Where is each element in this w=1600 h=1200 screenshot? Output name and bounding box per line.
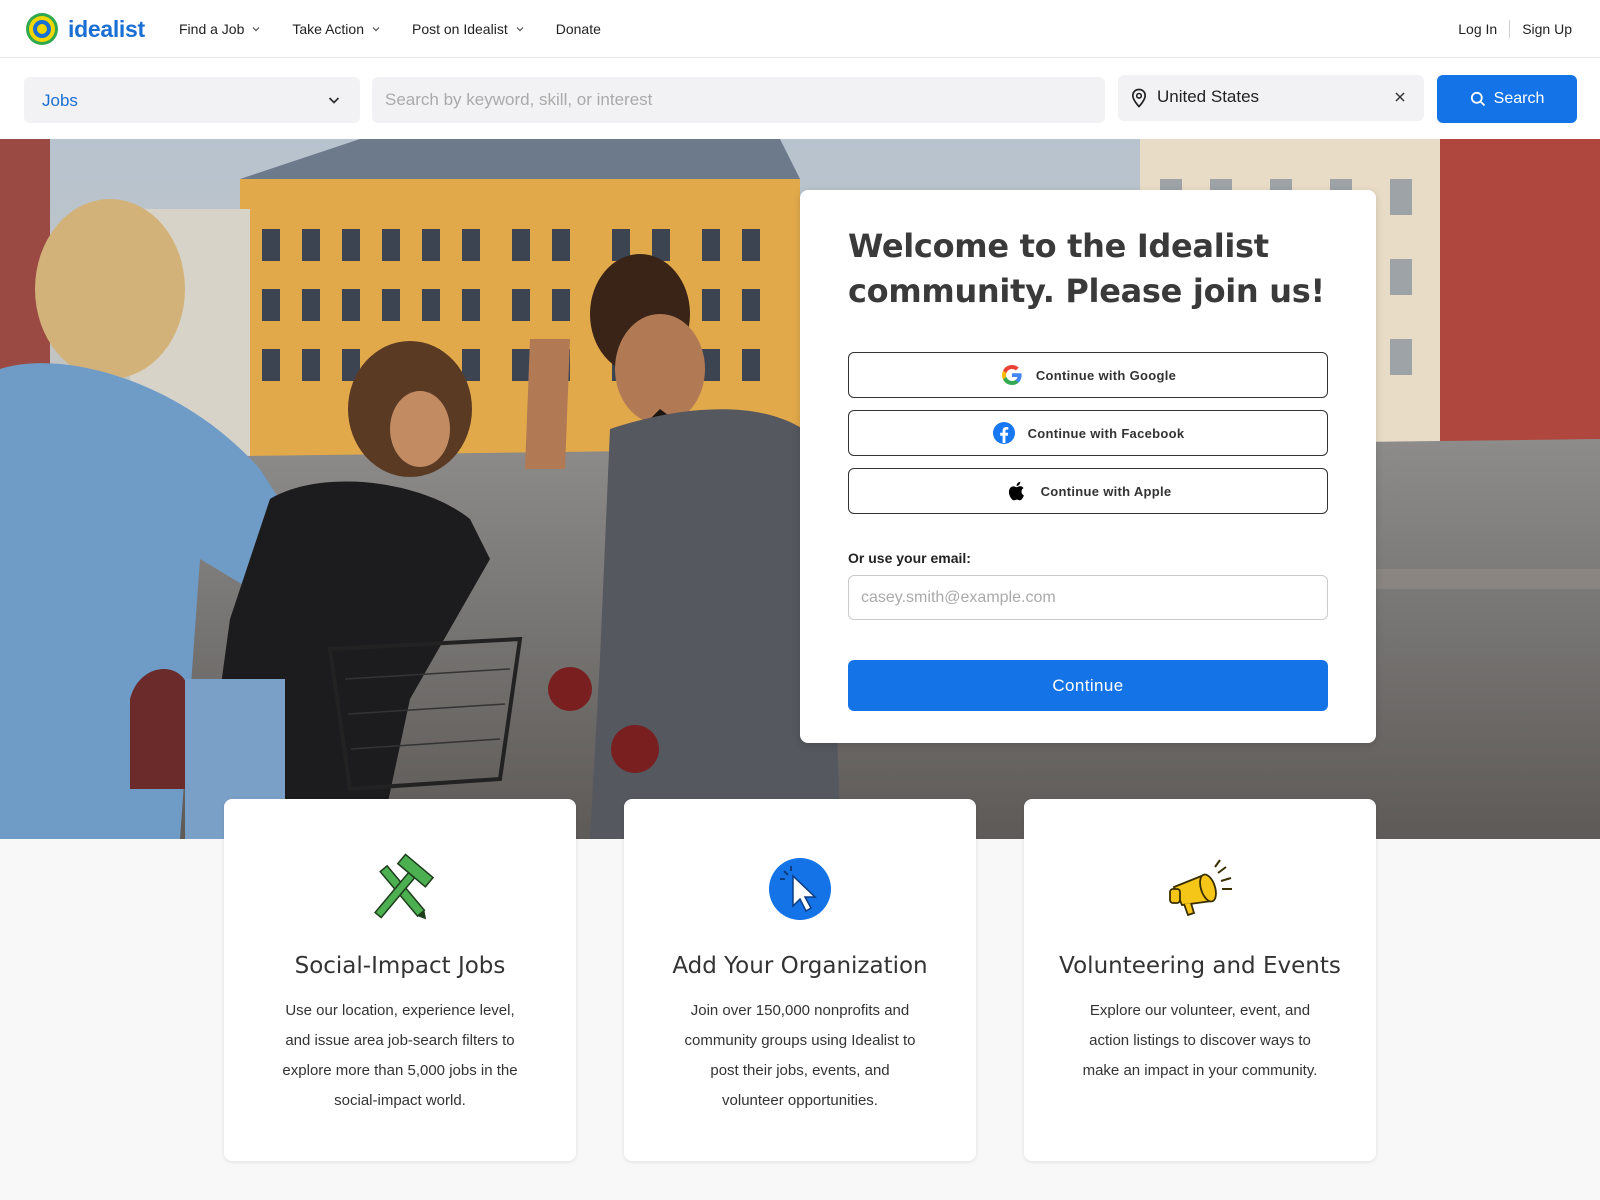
feature-description: Join over 150,000 nonprofits and communi… xyxy=(684,1002,916,1109)
login-link[interactable]: Log In xyxy=(1458,21,1497,37)
hammer-pencil-icon xyxy=(374,853,435,920)
feature-card-add-organization[interactable]: Add Your Organization Join over 150,000 … xyxy=(624,799,976,1161)
location-value: United States xyxy=(1157,87,1260,106)
idealist-logo[interactable]: idealist xyxy=(24,11,145,47)
listing-type-value: Jobs xyxy=(42,91,78,110)
main-nav: Find a Job Take Action Post on Idealist … xyxy=(179,0,633,58)
nav-take-action[interactable]: Take Action xyxy=(292,21,380,37)
feature-description: Explore our volunteer, event, and action… xyxy=(1082,1002,1318,1079)
continue-with-google-button[interactable]: Continue with Google xyxy=(848,352,1328,398)
keyword-search-input[interactable] xyxy=(372,77,1105,123)
email-field[interactable] xyxy=(848,575,1328,620)
feature-title: Social-Impact Jobs xyxy=(294,953,506,979)
megaphone-icon xyxy=(1169,859,1232,917)
apple-icon xyxy=(1008,481,1024,501)
nav-take-action-label: Take Action xyxy=(292,21,364,37)
search-button[interactable]: Search xyxy=(1437,75,1577,123)
search-icon xyxy=(1470,91,1485,107)
cursor-click-icon xyxy=(769,858,831,920)
brand-name: idealist xyxy=(68,15,145,42)
signup-card: Welcome to the Idealist community. Pleas… xyxy=(800,190,1376,743)
facebook-icon xyxy=(992,422,1015,444)
google-button-label: Continue with Google xyxy=(1035,367,1177,383)
continue-button[interactable]: Continue xyxy=(848,660,1328,711)
email-label: Or use your email: xyxy=(848,550,971,566)
account-links: Log In Sign Up xyxy=(1458,0,1572,58)
signup-link[interactable]: Sign Up xyxy=(1522,21,1572,37)
continue-button-label: Continue xyxy=(1052,675,1124,695)
chevron-down-icon xyxy=(372,27,380,32)
nav-post-on-idealist-label: Post on Idealist xyxy=(411,21,508,37)
chevron-down-icon xyxy=(252,27,260,32)
feature-description: Use our location, experience level, and … xyxy=(282,1002,518,1109)
apple-button-label: Continue with Apple xyxy=(1040,483,1172,499)
feature-card-social-impact-jobs[interactable]: Social-Impact Jobs Use our location, exp… xyxy=(224,799,576,1161)
chevron-down-icon xyxy=(516,27,524,32)
location-pin-icon xyxy=(1131,88,1147,108)
nav-donate-label: Donate xyxy=(555,21,601,37)
listing-type-select[interactable]: Jobs xyxy=(24,77,360,123)
google-icon xyxy=(1001,365,1022,385)
nav-find-a-job-label: Find a Job xyxy=(179,21,245,37)
divider xyxy=(1509,20,1511,38)
top-navigation: idealist Find a Job Take Action Post on … xyxy=(0,0,1600,58)
signup-title: Welcome to the Idealist community. Pleas… xyxy=(848,227,1325,310)
nav-donate[interactable]: Donate xyxy=(556,21,601,37)
feature-title: Volunteering and Events xyxy=(1059,953,1341,979)
continue-with-apple-button[interactable]: Continue with Apple xyxy=(848,468,1328,514)
continue-with-facebook-button[interactable]: Continue with Facebook xyxy=(848,410,1328,456)
nav-find-a-job[interactable]: Find a Job xyxy=(179,21,260,37)
search-button-label: Search xyxy=(1493,90,1545,107)
feature-card-volunteering-events[interactable]: Volunteering and Events Explore our volu… xyxy=(1024,799,1376,1161)
facebook-button-label: Continue with Facebook xyxy=(1027,425,1185,441)
nav-post-on-idealist[interactable]: Post on Idealist xyxy=(412,21,524,37)
chevron-down-icon xyxy=(328,97,340,104)
feature-title: Add Your Organization xyxy=(672,953,928,979)
search-bar: Jobs United States Search xyxy=(0,58,1600,139)
idealist-logo-icon xyxy=(26,13,58,45)
location-field[interactable]: United States xyxy=(1118,75,1424,121)
clear-location-icon[interactable] xyxy=(1394,91,1406,103)
